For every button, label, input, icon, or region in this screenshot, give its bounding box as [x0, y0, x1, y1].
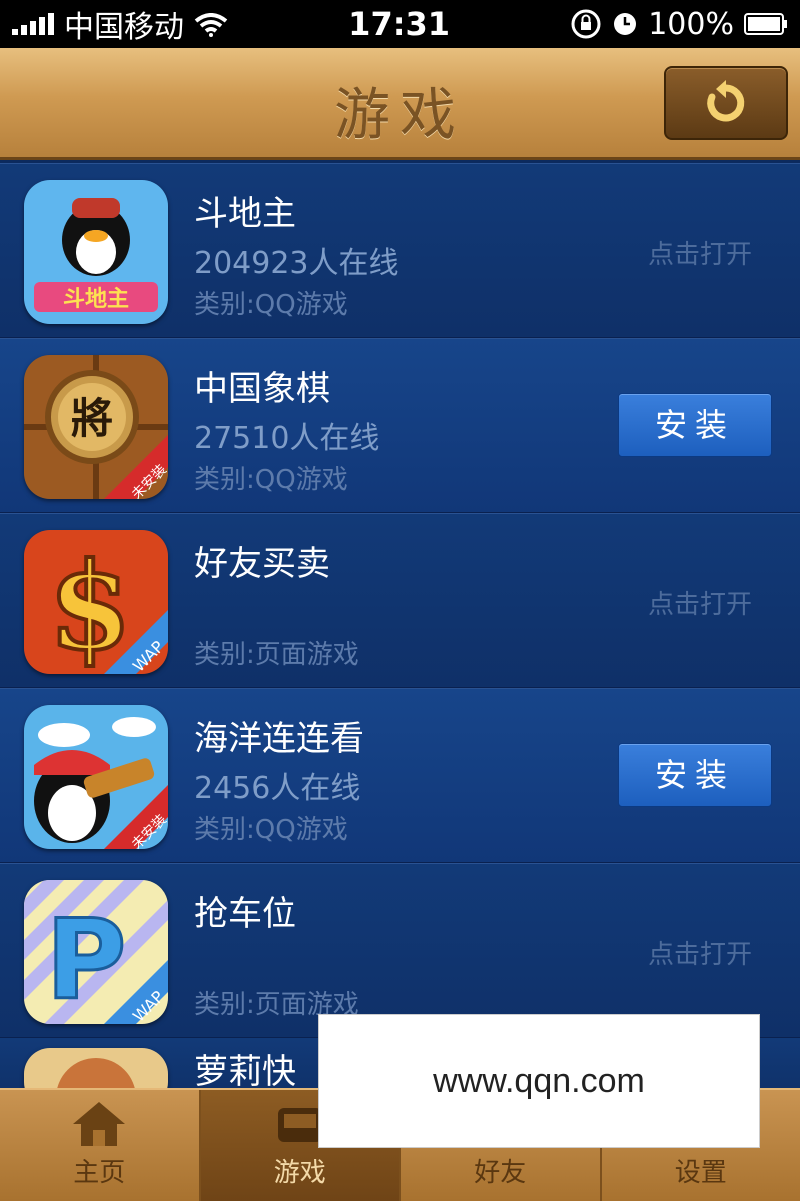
refresh-button[interactable] [664, 66, 788, 140]
tab-label: 主页 [73, 1158, 126, 1188]
open-link[interactable]: 点击打开 [648, 234, 752, 271]
xiangqi-icon[interactable]: 將 未安装 [24, 355, 168, 499]
game-list: 斗地主 斗地主 204923人在线 类别:QQ游戏 点击打开 將 未安装 中国象… [0, 163, 800, 1088]
svg-text:斗地主: 斗地主 [63, 287, 129, 312]
battery-icon [743, 13, 788, 35]
game-row-doudizhu[interactable]: 斗地主 斗地主 204923人在线 类别:QQ游戏 点击打开 [0, 163, 800, 338]
game-row-parking[interactable]: P WAP 抢车位 类别:页面游戏 点击打开 [0, 863, 800, 1038]
carrier-label: 中国移动 [64, 10, 184, 45]
game-name: 好友买卖 [194, 544, 330, 584]
tab-label: 设置 [674, 1158, 727, 1188]
battery-percent: 100% [648, 6, 734, 42]
status-bar: 中国移动 17:31 100% [0, 0, 800, 48]
game-name: 萝莉快 [194, 1052, 296, 1088]
game-row-xiangqi[interactable]: 將 未安装 中国象棋 27510人在线 类别:QQ游戏 安装 [0, 338, 800, 513]
rotation-lock-icon [570, 8, 602, 40]
home-icon [71, 1100, 127, 1152]
game-category: 类别:QQ游戏 [194, 465, 348, 495]
game-category: 类别:页面游戏 [194, 640, 359, 670]
install-button[interactable]: 安装 [618, 393, 772, 457]
tab-label: 好友 [474, 1158, 527, 1188]
watermark-box: www.qqn.com [318, 1014, 760, 1148]
game-online-count: 27510人在线 [194, 421, 380, 456]
watermark-text: www.qqn.com [433, 1061, 645, 1100]
svg-text:P: P [46, 896, 127, 1024]
doudizhu-icon[interactable]: 斗地主 [24, 180, 168, 324]
partial-game-icon[interactable] [24, 1048, 168, 1088]
game-name: 斗地主 [194, 194, 296, 234]
tab-label: 游戏 [273, 1158, 326, 1188]
svg-text:$: $ [48, 536, 132, 674]
parking-icon[interactable]: P WAP [24, 880, 168, 1024]
game-category: 类别:QQ游戏 [194, 290, 348, 320]
game-online-count: 204923人在线 [194, 246, 399, 281]
install-button[interactable]: 安装 [618, 743, 772, 807]
game-name: 中国象棋 [194, 369, 330, 409]
refresh-icon [707, 80, 745, 122]
game-name: 海洋连连看 [194, 719, 364, 759]
nav-header: 游戏 [0, 48, 800, 160]
dollar-icon[interactable]: $ WAP [24, 530, 168, 674]
signal-icon [12, 13, 54, 35]
wifi-icon [194, 13, 228, 37]
tab-home[interactable]: 主页 [0, 1090, 201, 1201]
game-online-count: 2456人在线 [194, 771, 361, 806]
alarm-icon [612, 11, 638, 37]
open-link[interactable]: 点击打开 [648, 584, 752, 621]
game-row-friends-trade[interactable]: $ WAP 好友买卖 类别:页面游戏 点击打开 [0, 513, 800, 688]
svg-text:將: 將 [71, 394, 113, 443]
open-link[interactable]: 点击打开 [648, 934, 752, 971]
game-category: 类别:QQ游戏 [194, 815, 348, 845]
game-name: 抢车位 [194, 894, 296, 934]
ocean-icon[interactable]: 未安装 [24, 705, 168, 849]
game-row-ocean-link[interactable]: 未安装 海洋连连看 2456人在线 类别:QQ游戏 安装 [0, 688, 800, 863]
clock-time: 17:31 [348, 5, 451, 43]
